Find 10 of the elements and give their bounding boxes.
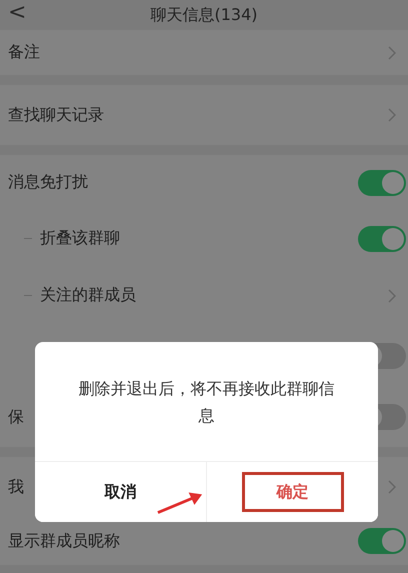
row-label: 我 [8, 476, 24, 498]
row-label: 折叠该群聊 [40, 228, 120, 249]
row-label: 保 [8, 406, 24, 428]
row-label: 查找聊天记录 [8, 104, 104, 126]
dialog-message: 删除并退出后，将不再接收此群聊信息 [78, 378, 336, 426]
window-title: 聊天信息(134) [150, 4, 258, 26]
row-label: 消息免打扰 [8, 172, 88, 193]
row-label: 备注 [8, 42, 40, 63]
row-label: 显示群成员昵称 [8, 530, 120, 552]
row-label: 关注的群成员 [40, 285, 136, 306]
